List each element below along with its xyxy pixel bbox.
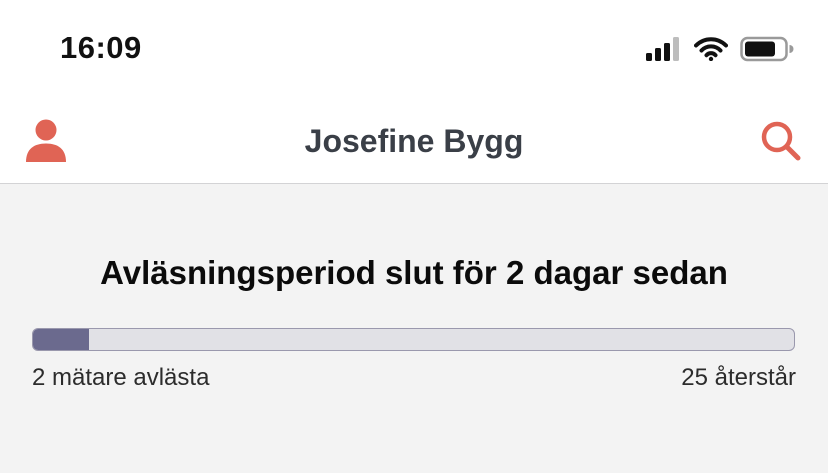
page-title: Josefine Bygg <box>304 123 524 159</box>
status-bar: 16:09 <box>0 0 828 96</box>
meter-progress-fill <box>33 329 90 350</box>
cellular-signal-icon <box>646 37 679 61</box>
meters-read-label: 2 mätare avlästa <box>32 364 210 391</box>
period-heading: Avläsningsperiod slut för 2 dagar sedan <box>100 254 728 291</box>
meter-progress-bar <box>32 328 795 351</box>
status-icons <box>646 36 794 62</box>
status-time: 16:09 <box>60 30 142 65</box>
nav-bar: Josefine Bygg <box>0 96 828 184</box>
reading-period-panel: Avläsningsperiod slut för 2 dagar sedan … <box>0 184 828 473</box>
battery-icon <box>740 36 794 62</box>
search-icon <box>761 121 801 161</box>
wifi-icon <box>694 37 728 61</box>
meters-remaining-label: 25 återstår <box>681 364 796 391</box>
search-button[interactable] <box>760 120 802 162</box>
